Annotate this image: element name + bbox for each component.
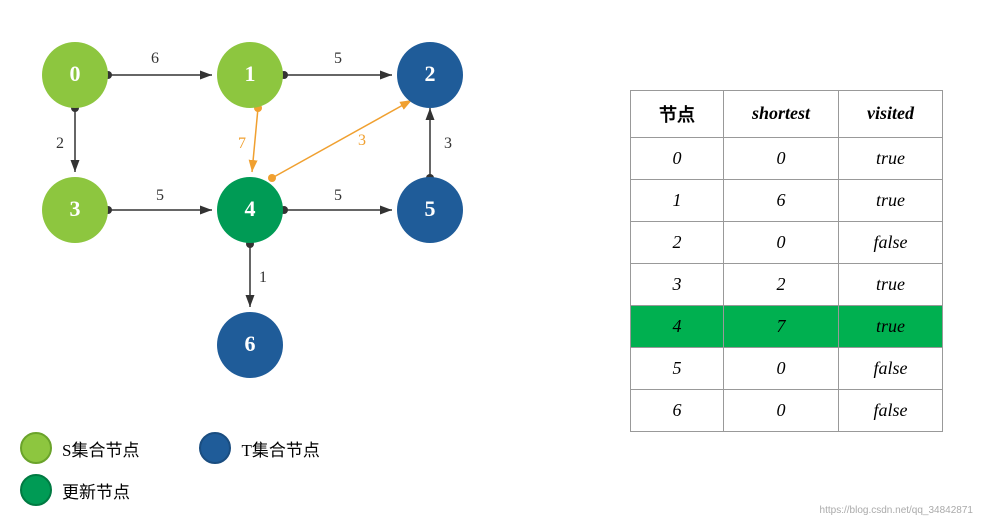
table-row: 32true <box>630 263 942 305</box>
cell-node: 6 <box>630 389 723 431</box>
edge-label-1-2: 5 <box>334 50 342 67</box>
legend-row-update: 更新节点 <box>20 474 320 506</box>
cell-shortest: 0 <box>723 137 838 179</box>
node-2-label: 2 <box>425 61 436 86</box>
cell-shortest: 0 <box>723 389 838 431</box>
node-5-label: 5 <box>425 196 436 221</box>
table-row: 16true <box>630 179 942 221</box>
edge-label-1-4: 7 <box>238 135 246 152</box>
cell-node: 1 <box>630 179 723 221</box>
legend-circle-s <box>20 432 52 464</box>
legend-circle-update <box>20 474 52 506</box>
edge-label-3-4: 5 <box>156 187 164 204</box>
col-shortest: shortest <box>723 90 838 137</box>
cell-visited: false <box>839 221 943 263</box>
cell-visited: true <box>839 305 943 347</box>
cell-shortest: 7 <box>723 305 838 347</box>
node-0-label: 0 <box>70 61 81 86</box>
edge-label-4-6: 1 <box>259 269 267 286</box>
cell-shortest: 2 <box>723 263 838 305</box>
node-3-label: 3 <box>70 196 81 221</box>
legend-label-s: S集合节点 <box>62 436 139 461</box>
cell-node: 3 <box>630 263 723 305</box>
table-header-row: 节点 shortest visited <box>630 90 942 137</box>
edge-label-0-3: 2 <box>56 135 64 152</box>
table-area: 节点 shortest visited 00true16true20false3… <box>590 0 983 521</box>
cell-shortest: 0 <box>723 347 838 389</box>
cell-node: 4 <box>630 305 723 347</box>
legend-row-s: S集合节点 T集合节点 <box>20 432 320 464</box>
legend-label-update: 更新节点 <box>62 478 130 503</box>
table-row: 47true <box>630 305 942 347</box>
cell-node: 0 <box>630 137 723 179</box>
graph-area: 6 2 5 7 5 5 3 3 1 <box>0 0 590 521</box>
table-row: 60false <box>630 389 942 431</box>
legend-circle-t <box>199 432 231 464</box>
edge-label-4-5: 5 <box>334 187 342 204</box>
table-row: 20false <box>630 221 942 263</box>
cell-visited: true <box>839 263 943 305</box>
cell-visited: false <box>839 389 943 431</box>
node-6-label: 6 <box>245 331 256 356</box>
cell-node: 2 <box>630 221 723 263</box>
cell-visited: true <box>839 179 943 221</box>
edge-label-0-1: 6 <box>151 50 159 67</box>
col-visited: visited <box>839 90 943 137</box>
table-row: 00true <box>630 137 942 179</box>
data-table: 节点 shortest visited 00true16true20false3… <box>630 90 943 432</box>
cell-node: 5 <box>630 347 723 389</box>
edge-label-4-2: 3 <box>358 132 366 149</box>
edge-label-5-2: 3 <box>444 135 452 152</box>
table-row: 50false <box>630 347 942 389</box>
cell-shortest: 0 <box>723 221 838 263</box>
cell-shortest: 6 <box>723 179 838 221</box>
cell-visited: true <box>839 137 943 179</box>
graph-svg: 6 2 5 7 5 5 3 3 1 <box>0 0 590 430</box>
cell-visited: false <box>839 347 943 389</box>
node-4-label: 4 <box>245 196 256 221</box>
legend-label-t: T集合节点 <box>241 436 319 461</box>
col-node: 节点 <box>630 90 723 137</box>
legend: S集合节点 T集合节点 更新节点 <box>20 432 320 506</box>
watermark: https://blog.csdn.net/qq_34842871 <box>820 505 973 516</box>
node-1-label: 1 <box>245 61 256 86</box>
